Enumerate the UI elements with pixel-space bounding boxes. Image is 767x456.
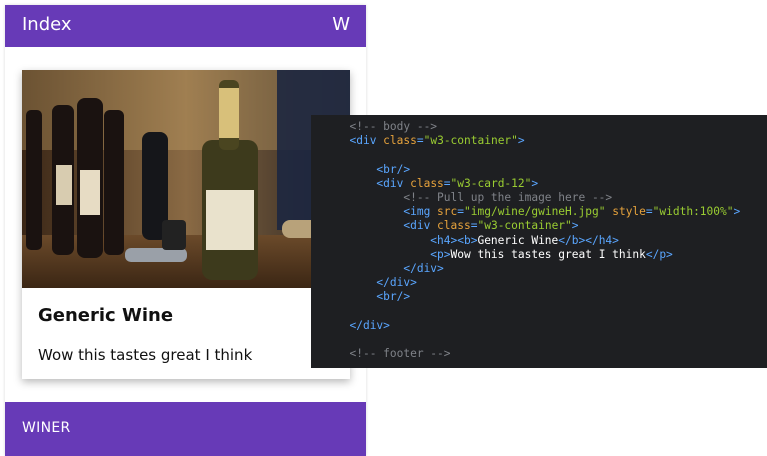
code-token: "w3-container" <box>477 219 572 233</box>
code-token: "w3-card-12" <box>450 176 532 190</box>
code-line: <!-- footer --> <box>336 347 451 361</box>
code-token: <div <box>403 219 438 233</box>
code-token: <div <box>376 176 411 190</box>
code-token: = <box>645 205 653 219</box>
code-token: class <box>383 134 417 148</box>
code-token: <!-- body --> <box>349 120 438 133</box>
code-line: <div class="w3-container"> <box>336 219 579 233</box>
wine-card: Generic Wine Wow this tastes great I thi… <box>22 70 350 379</box>
code-token: <img <box>403 205 438 219</box>
code-token: > <box>571 219 579 233</box>
code-token: <div <box>349 134 384 148</box>
code-token: <br/> <box>376 162 411 176</box>
code-token: </p> <box>645 247 673 261</box>
code-token: "w3-container" <box>423 134 518 148</box>
card-heading: Generic Wine <box>38 305 174 326</box>
code-token: <br/> <box>376 290 411 304</box>
code-token: </div> <box>349 318 390 332</box>
code-token: = <box>443 176 451 190</box>
code-editor-panel: <!-- body --> <div class="w3-container">… <box>311 115 767 368</box>
code-token: <!-- Pull up the image here --> <box>403 191 613 204</box>
code-token: Generic Wine <box>477 233 559 247</box>
code-line: <h4><b>Generic Wine</b></h4> <box>336 234 619 248</box>
code-token: = <box>457 205 465 219</box>
code-line: </div> <box>336 318 390 333</box>
code-token: > <box>517 134 525 148</box>
code-line: <br/> <box>336 163 410 177</box>
code-token: > <box>733 205 741 219</box>
code-line: <!-- Pull up the image here --> <box>336 191 612 205</box>
footer-label: WINER <box>22 420 71 436</box>
page-title: Index <box>22 14 72 35</box>
code-token: </b></h4> <box>558 233 619 247</box>
code-token: "img/wine/gwineH.jpg" <box>464 205 606 219</box>
code-line: <!-- body --> <box>336 120 437 134</box>
code-token: <p> <box>430 247 451 261</box>
wine-image <box>22 70 350 288</box>
code-token: src <box>437 205 458 219</box>
code-line: <div class="w3-container"> <box>336 134 525 148</box>
code-line: <div class="w3-card-12"> <box>336 177 538 191</box>
code-token: = <box>416 134 424 148</box>
code-line: <img src="img/wine/gwineH.jpg" style="wi… <box>336 205 740 219</box>
wine-photo <box>22 70 350 288</box>
code-line: <p>Wow this tastes great I think</p> <box>336 248 673 262</box>
code-line: </div> <box>336 276 417 290</box>
code-line: </div> <box>336 262 444 276</box>
code-token: style <box>612 205 646 219</box>
top-bar: Index W <box>5 5 366 47</box>
code-token: > <box>531 176 539 190</box>
code-token: class <box>410 176 444 190</box>
code-line: <br/> <box>336 290 410 304</box>
code-token: <!-- footer --> <box>349 347 451 361</box>
code-token: </div> <box>403 262 444 275</box>
topbar-action-button[interactable]: W <box>332 14 350 35</box>
code-token: class <box>437 219 471 233</box>
code-token: <h4><b> <box>430 233 478 247</box>
footer-bar: WINER <box>5 402 366 456</box>
card-text: Wow this tastes great I think <box>38 346 253 364</box>
code-token: "width:100%" <box>652 205 734 219</box>
code-token: </div> <box>376 276 417 290</box>
code-token: Wow this tastes great I think <box>450 247 646 261</box>
